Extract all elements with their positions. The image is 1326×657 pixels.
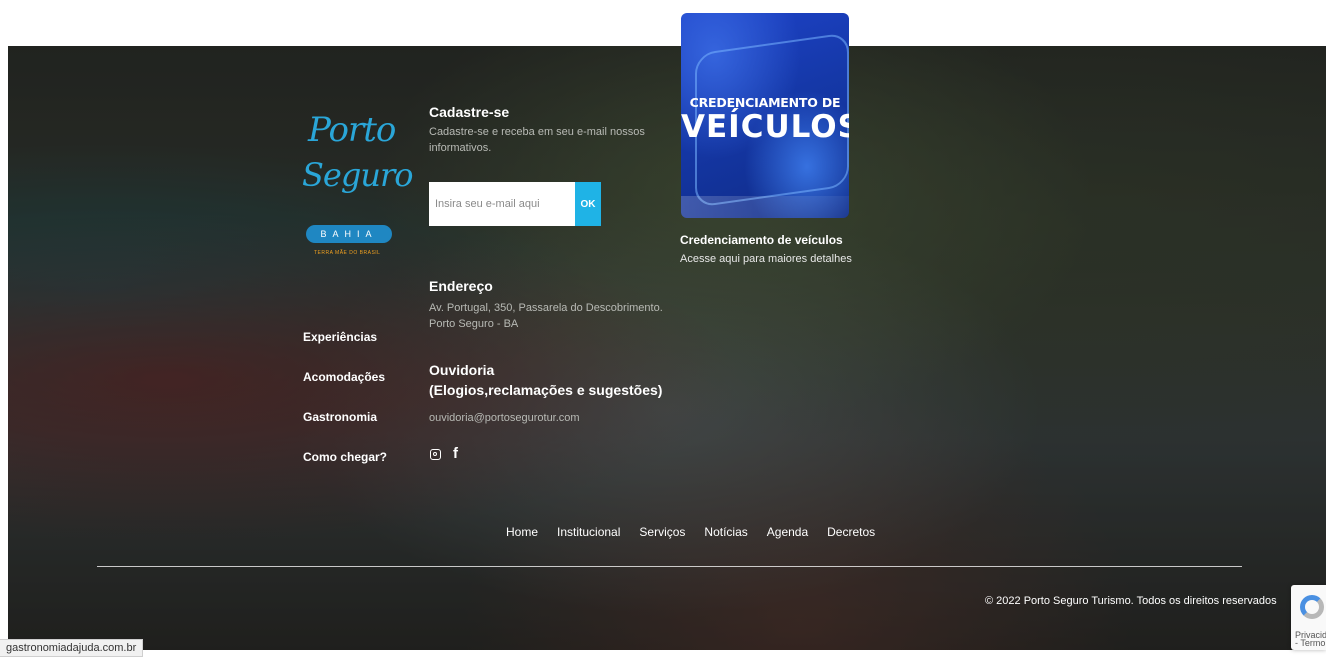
logo-tagline: TERRA MÃE DO BRASIL bbox=[314, 250, 381, 256]
nav-noticias[interactable]: Notícias bbox=[704, 525, 747, 539]
footer-nav-left: Experiências Acomodações Gastronomia Com… bbox=[303, 330, 387, 490]
newsletter-section: Cadastre-se Cadastre-se e receba em seu … bbox=[429, 104, 649, 156]
recaptcha-icon bbox=[1300, 595, 1324, 619]
facebook-icon[interactable]: f bbox=[453, 446, 458, 461]
nav-gastronomia[interactable]: Gastronomia bbox=[303, 410, 387, 424]
nav-servicos[interactable]: Serviços bbox=[639, 525, 685, 539]
nav-institucional[interactable]: Institucional bbox=[557, 525, 620, 539]
nav-agenda[interactable]: Agenda bbox=[767, 525, 808, 539]
ombudsman-section: Ouvidoria (Elogios,reclamações e sugestõ… bbox=[429, 360, 669, 426]
copyright-text: © 2022 Porto Seguro Turismo. Todos os di… bbox=[985, 595, 1277, 607]
logo-line2: Seguro bbox=[302, 156, 414, 194]
caption-text: Acesse aqui para maiores detalhes bbox=[680, 253, 852, 265]
email-input[interactable] bbox=[429, 182, 575, 226]
nav-como-chegar[interactable]: Como chegar? bbox=[303, 450, 387, 464]
footer-nav-bottom: Home Institucional Serviços Notícias Age… bbox=[506, 525, 875, 539]
banner-stripe bbox=[681, 196, 849, 218]
status-bar-url: gastronomiadajuda.com.br bbox=[0, 639, 144, 657]
recaptcha-badge[interactable]: Privacid - Termo bbox=[1291, 585, 1326, 650]
ombudsman-subtitle: (Elogios,reclamações e sugestões) bbox=[429, 382, 663, 398]
banner-line2: VEÍCULOS bbox=[681, 109, 849, 145]
porto-seguro-logo[interactable]: Porto Seguro BAHIA TERRA MÃE DO BRASIL bbox=[300, 110, 414, 270]
logo-line1: Porto bbox=[308, 110, 396, 150]
background-overlay bbox=[8, 46, 1326, 650]
social-links: f bbox=[430, 446, 458, 461]
recaptcha-terms-link[interactable]: - Termo bbox=[1295, 638, 1325, 648]
newsletter-title: Cadastre-se bbox=[429, 104, 510, 120]
vehicle-accreditation-banner[interactable]: CREDENCIAMENTO DE VEÍCULOS bbox=[681, 13, 849, 218]
vehicle-accreditation-caption[interactable]: Credenciamento de veículos Acesse aqui p… bbox=[680, 233, 880, 265]
address-line1: Av. Portugal, 350, Passarela do Descobri… bbox=[429, 302, 663, 314]
nav-decretos[interactable]: Decretos bbox=[827, 525, 875, 539]
nav-acomodacoes[interactable]: Acomodações bbox=[303, 370, 387, 384]
logo-region: BAHIA bbox=[306, 225, 392, 243]
caption-title: Credenciamento de veículos bbox=[680, 233, 843, 247]
newsletter-description: Cadastre-se e receba em seu e-mail nosso… bbox=[429, 126, 645, 154]
footer-divider bbox=[97, 566, 1242, 567]
site-footer bbox=[8, 46, 1326, 650]
address-title: Endereço bbox=[429, 278, 493, 294]
ombudsman-email[interactable]: ouvidoria@portosegurotur.com bbox=[429, 410, 669, 426]
address-section: Endereço Av. Portugal, 350, Passarela do… bbox=[429, 278, 669, 332]
banner-line1: CREDENCIAMENTO DE bbox=[689, 95, 841, 110]
newsletter-form: OK bbox=[429, 182, 601, 226]
recaptcha-label[interactable]: Privacid - Termo bbox=[1295, 631, 1326, 648]
subscribe-button[interactable]: OK bbox=[575, 182, 601, 226]
nav-home[interactable]: Home bbox=[506, 525, 538, 539]
nav-experiencias[interactable]: Experiências bbox=[303, 330, 387, 344]
address-line2: Porto Seguro - BA bbox=[429, 318, 519, 330]
instagram-icon[interactable] bbox=[430, 448, 441, 460]
ombudsman-title: Ouvidoria bbox=[429, 362, 495, 378]
